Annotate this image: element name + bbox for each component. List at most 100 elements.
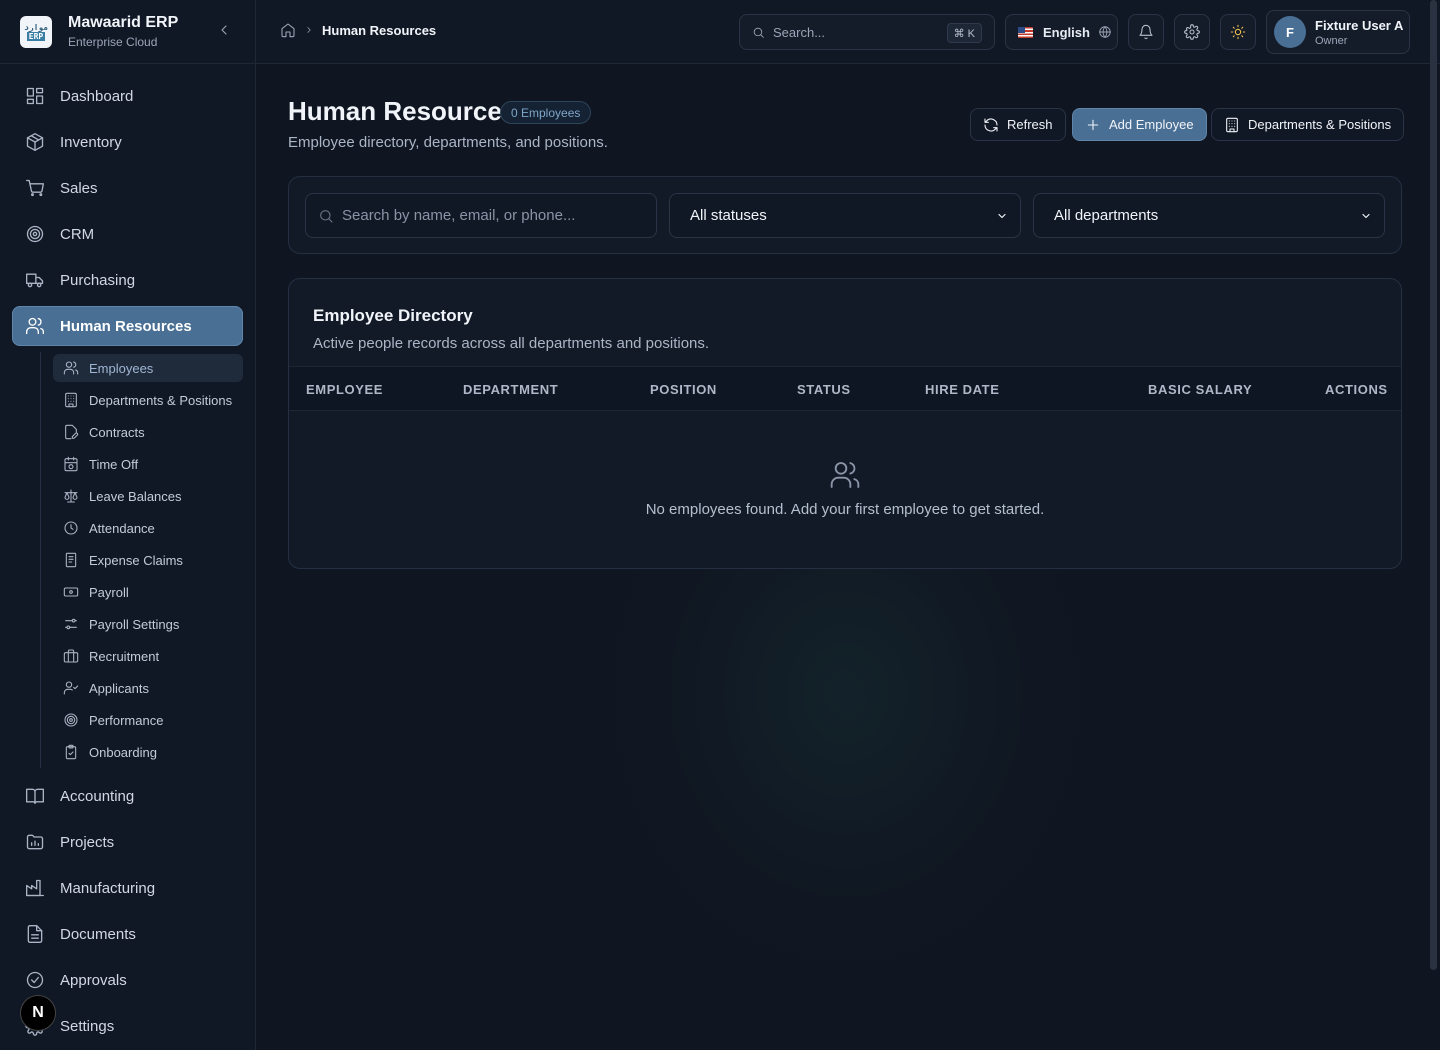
search-icon xyxy=(320,210,333,223)
empty-state-message: No employees found. Add your first emplo… xyxy=(645,501,1045,518)
subnav-attendance[interactable]: Attendance xyxy=(53,514,243,542)
sidebar-item-dashboard[interactable]: Dashboard xyxy=(12,76,243,116)
subnav-employees[interactable]: Employees xyxy=(53,354,243,382)
subnav-label: Payroll xyxy=(89,584,129,600)
departments-positions-button[interactable]: Departments & Positions xyxy=(1211,108,1405,141)
employee-directory-card: Employee Directory Active people records… xyxy=(288,278,1402,569)
subnav-applicants[interactable]: Applicants xyxy=(53,674,243,702)
dashboard-icon xyxy=(26,87,44,105)
briefcase-icon xyxy=(63,649,79,663)
global-search-input[interactable]: Search... ⌘ K xyxy=(739,14,995,50)
calendar-clock-icon xyxy=(64,456,78,472)
subnav-onboarding[interactable]: Onboarding xyxy=(53,738,243,766)
subnav-label: Contracts xyxy=(89,424,145,440)
sidebar-item-accounting[interactable]: Accounting xyxy=(12,776,243,816)
refresh-button[interactable]: Refresh xyxy=(970,108,1066,141)
table-header: EMPLOYEE DEPARTMENT POSITION STATUS HIRE… xyxy=(289,366,1401,411)
collapse-sidebar-icon[interactable] xyxy=(216,22,236,42)
employee-search-input[interactable]: Search by name, email, or phone... xyxy=(305,193,657,238)
chevron-down-icon xyxy=(998,213,1006,218)
settings-button[interactable] xyxy=(1174,14,1210,50)
sun-icon xyxy=(1230,24,1246,40)
clipboard-check-icon xyxy=(65,744,77,760)
sidebar: موارد ERP Mawaarid ERP Enterprise Cloud … xyxy=(0,0,256,1050)
building-icon xyxy=(1226,117,1238,132)
subnav-performance[interactable]: Performance xyxy=(53,706,243,734)
subnav-payroll[interactable]: Payroll xyxy=(53,578,243,606)
sliders-icon xyxy=(65,618,77,630)
sidebar-item-projects[interactable]: Projects xyxy=(12,822,243,862)
sidebar-item-label: Accounting xyxy=(60,787,135,805)
directory-subtitle: Active people records across all departm… xyxy=(313,335,710,352)
search-icon xyxy=(753,27,764,38)
sidebar-item-crm[interactable]: CRM xyxy=(12,214,243,254)
language-selector[interactable]: English xyxy=(1005,14,1118,50)
sidebar-item-documents[interactable]: Documents xyxy=(12,914,243,954)
subnav-leave-balances[interactable]: Leave Balances xyxy=(53,482,243,510)
column-header-basic-salary[interactable]: BASIC SALARY xyxy=(1148,382,1252,397)
column-header-status[interactable]: STATUS xyxy=(797,382,851,397)
filter-bar: Search by name, email, or phone... All s… xyxy=(288,176,1402,254)
subnav-label: Leave Balances xyxy=(89,488,182,504)
subnav-label: Onboarding xyxy=(89,744,157,760)
subnav-label: Attendance xyxy=(89,520,155,536)
sidebar-item-label: Documents xyxy=(60,925,136,943)
employee-count-badge: 0 Employees xyxy=(500,101,592,124)
language-label: English xyxy=(1043,24,1090,40)
search-shortcut: ⌘ K xyxy=(946,23,982,43)
us-flag-icon xyxy=(1018,26,1033,38)
globe-icon xyxy=(1099,26,1111,38)
banknote-icon xyxy=(63,587,79,597)
folder-icon xyxy=(26,834,44,850)
sidebar-item-human-resources[interactable]: Human Resources xyxy=(12,306,243,346)
page-scrollbar[interactable] xyxy=(1430,0,1437,970)
chevron-down-icon xyxy=(1362,213,1370,218)
subnav-label: Expense Claims xyxy=(89,552,183,568)
dev-tools-badge[interactable]: N xyxy=(20,995,56,1031)
theme-toggle-button[interactable] xyxy=(1220,14,1256,50)
subnav-expense-claims[interactable]: Expense Claims xyxy=(53,546,243,574)
subnav-label: Payroll Settings xyxy=(89,616,180,632)
breadcrumb: Human Resources xyxy=(280,22,436,38)
status-filter-select[interactable]: All statuses xyxy=(669,193,1021,238)
column-header-employee[interactable]: EMPLOYEE xyxy=(306,382,383,397)
subnav-label: Time Off xyxy=(89,456,139,472)
scale-icon xyxy=(64,489,78,503)
subnav-departments-positions[interactable]: Departments & Positions xyxy=(53,386,243,414)
subnav-time-off[interactable]: Time Off xyxy=(53,450,243,478)
home-icon[interactable] xyxy=(280,22,296,38)
logo-erp: ERP xyxy=(26,31,46,41)
subnav-recruitment[interactable]: Recruitment xyxy=(53,642,243,670)
sidebar-item-purchasing[interactable]: Purchasing xyxy=(12,260,243,300)
search-placeholder: Search... xyxy=(773,24,826,40)
sidebar-item-label: Projects xyxy=(60,833,115,851)
target-icon xyxy=(64,713,78,727)
main-content: Human Resources 0 Employees Employee dir… xyxy=(256,64,1440,1050)
user-name: Fixture User A xyxy=(1315,17,1404,33)
target-icon xyxy=(26,225,44,243)
column-header-position[interactable]: POSITION xyxy=(650,382,717,397)
directory-title: Employee Directory xyxy=(313,306,473,325)
department-filter-select[interactable]: All departments xyxy=(1033,193,1385,238)
subnav-payroll-settings[interactable]: Payroll Settings xyxy=(53,610,243,638)
sidebar-item-label: Inventory xyxy=(60,133,122,151)
subnav-contracts[interactable]: Contracts xyxy=(53,418,243,446)
subnav-label: Performance xyxy=(89,712,164,728)
column-header-hire-date[interactable]: HIRE DATE xyxy=(925,382,1000,397)
brand-name: Mawaarid ERP xyxy=(68,14,179,31)
column-header-department[interactable]: DEPARTMENT xyxy=(463,382,558,397)
users-icon xyxy=(26,317,45,335)
notifications-button[interactable] xyxy=(1128,14,1164,50)
sidebar-item-label: Purchasing xyxy=(60,271,136,289)
sidebar-item-manufacturing[interactable]: Manufacturing xyxy=(12,868,243,908)
building-icon xyxy=(65,392,77,408)
sidebar-item-inventory[interactable]: Inventory xyxy=(12,122,243,162)
truck-icon xyxy=(26,273,44,288)
sidebar-item-sales[interactable]: Sales xyxy=(12,168,243,208)
user-menu[interactable]: F Fixture User A Owner xyxy=(1266,10,1410,54)
brand-subtitle: Enterprise Cloud xyxy=(68,35,158,49)
sidebar-item-approvals[interactable]: Approvals xyxy=(12,960,243,1000)
subnav-label: Employees xyxy=(89,360,154,376)
logo-arabic: موارد xyxy=(23,22,49,32)
add-employee-button[interactable]: Add Employee xyxy=(1072,108,1207,141)
